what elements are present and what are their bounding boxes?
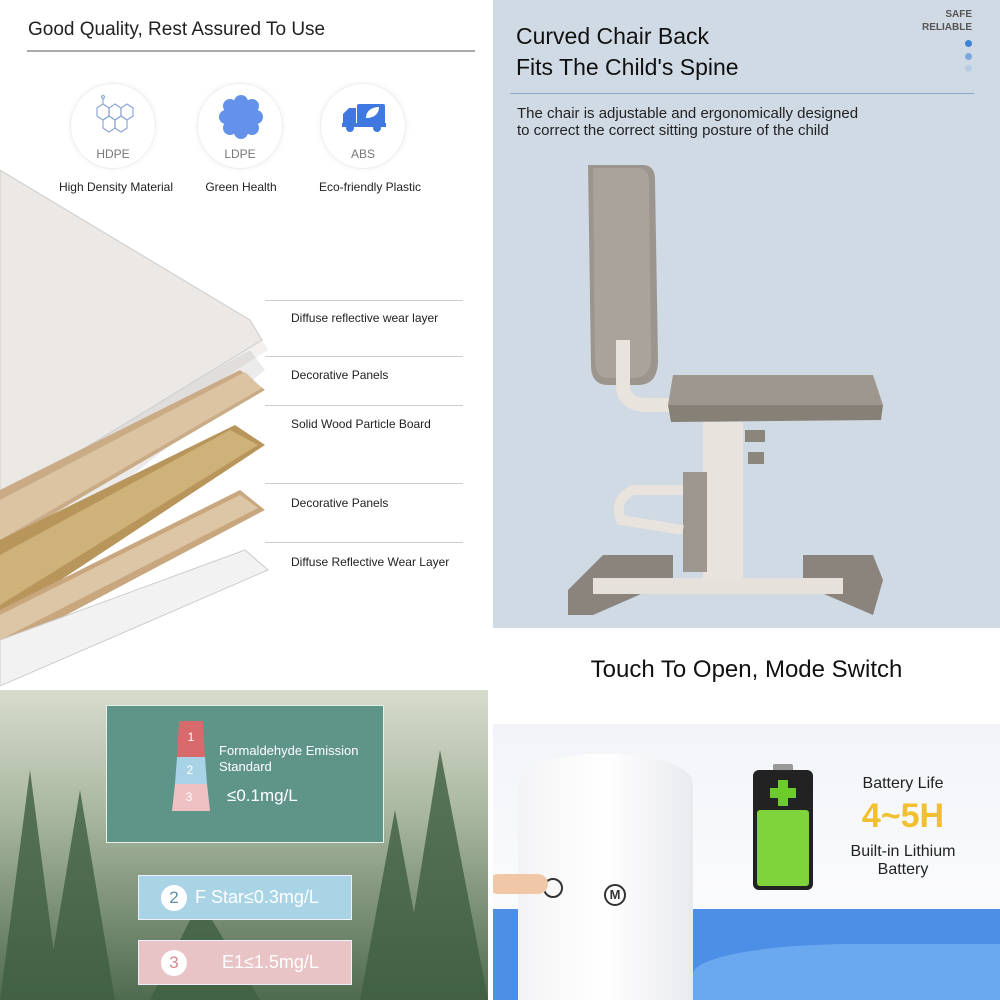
emission-standard-card: 1 2 3 Formaldehyde Emission Standard ≤0.…	[106, 705, 384, 843]
material-code: HDPE	[96, 147, 130, 161]
battery-label: Battery Life	[862, 775, 944, 792]
band-number: 3	[161, 949, 187, 976]
e1-band: 3 E1≤1.5mg/L	[138, 940, 352, 985]
divider	[510, 93, 974, 94]
leader-line	[265, 542, 463, 543]
materials-panel: Good Quality, Rest Assured To Use HDPE L…	[0, 0, 490, 686]
eco-truck-icon	[342, 104, 386, 132]
description-line: The chair is adjustable and ergonomicall…	[517, 105, 859, 122]
emission-panel: 1 2 3 Formaldehyde Emission Standard ≤0.…	[0, 690, 488, 1000]
pyramid-level: 3	[185, 790, 193, 804]
battery-icon	[753, 764, 813, 890]
layer-label: Diffuse reflective wear layer	[291, 311, 439, 325]
material-code: ABS	[350, 147, 375, 161]
child-chair-image	[568, 165, 883, 615]
battery-hours: 4~5H	[861, 797, 945, 835]
layer-label: Diffuse Reflective Wear Layer	[291, 555, 450, 569]
divider	[27, 50, 475, 52]
f-star-band: 2 F Star≤0.3mg/L	[138, 875, 352, 920]
material-label: Eco-friendly Plastic	[318, 180, 422, 194]
ldpe-badge: LDPE	[197, 83, 283, 169]
leader-line	[265, 356, 463, 357]
battery-type: Built-in Lithium Battery	[843, 843, 963, 879]
chair-title: Curved Chair Back Fits The Child's Spine	[516, 21, 739, 83]
band-text: F Star≤0.3mg/L	[195, 887, 319, 907]
battery-type-line: Battery	[877, 861, 929, 878]
lamp-title: Touch To Open, Mode Switch	[590, 656, 903, 683]
band-text: E1≤1.5mg/L	[222, 952, 319, 972]
layer-label: Decorative Panels	[291, 496, 389, 510]
label-line: Standard	[219, 759, 272, 774]
hexagon-molecule-icon	[96, 94, 134, 133]
layer-label: Decorative Panels	[291, 368, 389, 382]
board-layers-illustration	[0, 169, 269, 686]
pyramid-level: 2	[186, 763, 194, 777]
title-line: Fits The Child's Spine	[516, 54, 739, 80]
badge-line: RELIABLE	[922, 22, 972, 33]
dot-icon	[965, 40, 972, 47]
hdpe-badge: HDPE	[70, 83, 156, 169]
safe-reliable-badge: SAFE RELIABLE	[922, 8, 972, 34]
dot-icon	[965, 65, 972, 72]
tray-well	[693, 944, 1000, 1000]
band-number: 2	[161, 884, 187, 911]
mode-button[interactable]: M	[604, 884, 626, 906]
standard-value: ≤0.1mg/L	[227, 786, 298, 805]
battery-type-line: Built-in Lithium	[850, 843, 956, 860]
lamp-panel: Touch To Open, Mode Switch M Battery Lif…	[493, 634, 1000, 1000]
chair-description: The chair is adjustable and ergonomicall…	[517, 105, 858, 139]
leader-line	[265, 405, 463, 406]
material-code: LDPE	[224, 147, 256, 161]
chair-panel: Curved Chair Back Fits The Child's Spine…	[493, 0, 1000, 628]
finger	[493, 874, 548, 894]
leader-line	[265, 483, 463, 484]
materials-title: Good Quality, Rest Assured To Use	[28, 19, 326, 40]
standard-label: Formaldehyde Emission Standard	[219, 743, 358, 775]
leader-line	[265, 300, 463, 301]
label-line: Formaldehyde Emission	[219, 743, 359, 758]
pyramid-level: 1	[187, 730, 195, 744]
abs-badge: ABS	[320, 83, 406, 169]
blue-flower-icon	[219, 95, 263, 139]
description-line: to correct the correct sitting posture o…	[517, 122, 829, 139]
dot-icon	[965, 53, 972, 60]
badge-line: SAFE	[945, 9, 972, 20]
title-line: Curved Chair Back	[516, 23, 710, 49]
layer-label: Solid Wood Particle Board	[291, 417, 431, 431]
